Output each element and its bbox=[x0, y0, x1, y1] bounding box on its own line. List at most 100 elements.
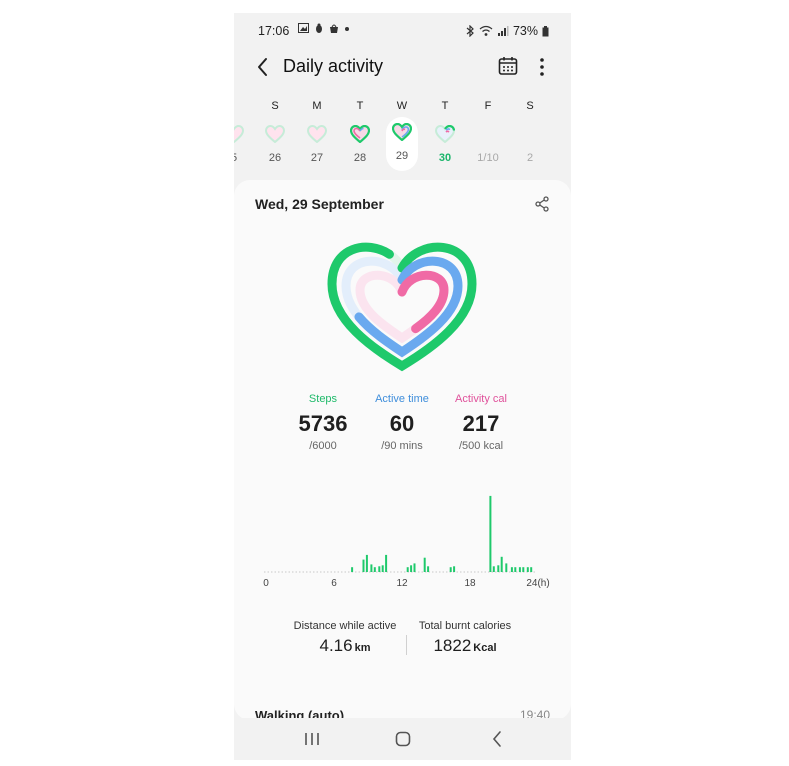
signal-icon bbox=[497, 26, 509, 36]
distance-value-row: 4.16 km bbox=[290, 636, 400, 656]
x-tick-label: 6 bbox=[331, 578, 337, 589]
steps-bar bbox=[518, 567, 521, 572]
home-icon[interactable] bbox=[391, 728, 415, 750]
activity-heart-rings bbox=[327, 242, 477, 372]
day-number: 2 bbox=[526, 152, 534, 164]
weekday-label: S bbox=[526, 100, 534, 112]
mini-heart-icon bbox=[392, 123, 412, 141]
day-number: 29 bbox=[395, 150, 409, 162]
weekday-label: S bbox=[271, 100, 279, 112]
steps-bar bbox=[373, 567, 376, 572]
mini-heart-icon bbox=[265, 125, 285, 143]
steps-bar bbox=[423, 557, 426, 572]
recent-apps-icon[interactable] bbox=[300, 728, 324, 750]
steps-bar bbox=[410, 565, 413, 572]
day-cell-27[interactable]: 27 bbox=[301, 119, 333, 171]
phone-screen: 17:06 73% Daily activity S M T W T F S 2… bbox=[234, 13, 571, 760]
day-number: 28 bbox=[353, 152, 367, 164]
day-cell-26[interactable]: 26 bbox=[259, 119, 291, 171]
x-tick-label: 18 bbox=[464, 578, 476, 589]
steps-bar bbox=[489, 495, 492, 572]
steps-bar bbox=[362, 559, 365, 572]
app-bar: Daily activity bbox=[234, 49, 571, 85]
x-tick-label: 0 bbox=[263, 578, 269, 589]
selected-date-title: Wed, 29 September bbox=[255, 196, 384, 212]
activity-cal-goal: /500 kcal bbox=[458, 440, 504, 452]
page-title: Daily activity bbox=[283, 56, 384, 76]
summary-divider bbox=[406, 635, 407, 655]
status-bar: 17:06 73% bbox=[234, 13, 571, 49]
notification-icons bbox=[298, 23, 350, 36]
calories-summary: Total burnt calories 1822 Kcal bbox=[415, 620, 515, 656]
distance-summary: Distance while active 4.16 km bbox=[290, 620, 400, 656]
steps-bar bbox=[449, 567, 452, 572]
steps-bar bbox=[365, 554, 368, 572]
activity-cal-value: 217 bbox=[462, 411, 500, 436]
activity-totals: Distance while active 4.16 km Total burnt… bbox=[234, 620, 571, 670]
steps-bar bbox=[406, 567, 409, 572]
steps-bar bbox=[497, 565, 500, 572]
status-time: 17:06 bbox=[258, 24, 290, 38]
day-cell-5[interactable]: 5 bbox=[234, 119, 250, 171]
weekday-label: F bbox=[484, 100, 492, 112]
weekday-label: T bbox=[441, 100, 449, 112]
steps-bar bbox=[413, 563, 416, 572]
system-nav-bar bbox=[234, 718, 571, 760]
status-right: 73% bbox=[465, 24, 549, 38]
activity-cal-stat[interactable]: Activity cal 217 /500 kcal bbox=[431, 393, 531, 452]
steps-bar bbox=[381, 565, 384, 572]
share-icon[interactable] bbox=[534, 196, 550, 212]
steps-bar bbox=[378, 566, 381, 572]
mini-heart-icon bbox=[234, 125, 244, 143]
week-strip: S M T W T F S 5 26 27 28 29 30 bbox=[234, 97, 571, 177]
steps-bar bbox=[526, 567, 529, 572]
weekday-label: M bbox=[312, 100, 322, 112]
mini-heart-icon bbox=[350, 125, 370, 143]
steps-bar bbox=[453, 566, 456, 572]
day-number: 30 bbox=[438, 152, 452, 164]
back-nav-icon[interactable] bbox=[486, 728, 510, 750]
x-tick-label: 24(h) bbox=[526, 578, 550, 589]
more-icon[interactable] bbox=[534, 56, 550, 78]
weekday-label: T bbox=[356, 100, 364, 112]
day-cell-2: 2 bbox=[514, 119, 546, 171]
bag-icon bbox=[330, 24, 339, 33]
steps-bar bbox=[351, 567, 354, 572]
day-number: 27 bbox=[310, 152, 324, 164]
hourly-steps-plot bbox=[264, 495, 536, 573]
steps-bar bbox=[514, 567, 517, 572]
activity-cal-label: Activity cal bbox=[455, 393, 507, 405]
calendar-icon[interactable] bbox=[498, 56, 518, 76]
day-cell-28[interactable]: 28 bbox=[344, 119, 376, 171]
steps-bar bbox=[500, 556, 503, 572]
distance-label: Distance while active bbox=[293, 620, 397, 632]
bug-icon bbox=[316, 23, 323, 33]
day-cell-29-selected[interactable]: 29 bbox=[386, 117, 418, 171]
day-number: 5 bbox=[234, 152, 250, 164]
steps-bar bbox=[530, 567, 533, 572]
day-cell-30-today[interactable]: 30 bbox=[429, 119, 461, 171]
image-icon bbox=[298, 23, 309, 33]
steps-bar bbox=[385, 554, 388, 572]
steps-bar bbox=[427, 566, 430, 572]
dot-icon bbox=[345, 27, 350, 31]
mini-heart-icon bbox=[307, 125, 327, 143]
hourly-steps-chart: 0 6 12 18 24(h) bbox=[254, 490, 554, 589]
calories-label: Total burnt calories bbox=[418, 620, 512, 632]
calories-value: 1822 bbox=[433, 636, 472, 655]
x-tick-label: 12 bbox=[396, 578, 408, 589]
distance-value: 4.16 bbox=[319, 636, 353, 655]
weekday-label: W bbox=[396, 100, 408, 112]
steps-bar bbox=[510, 567, 513, 572]
daily-summary-card: Wed, 29 September Steps 5736 /6000 Activ… bbox=[234, 180, 571, 723]
steps-bar bbox=[492, 566, 495, 572]
bluetooth-icon bbox=[466, 25, 474, 37]
battery-percent: 73% bbox=[512, 24, 538, 38]
calories-value-row: 1822 Kcal bbox=[415, 636, 515, 656]
steps-bar bbox=[370, 564, 373, 572]
steps-bar bbox=[505, 563, 508, 572]
day-number: 1/10 bbox=[477, 152, 499, 164]
calories-unit: Kcal bbox=[473, 642, 497, 654]
day-cell-1-10: 1/10 bbox=[472, 119, 504, 171]
back-icon[interactable] bbox=[254, 55, 274, 79]
